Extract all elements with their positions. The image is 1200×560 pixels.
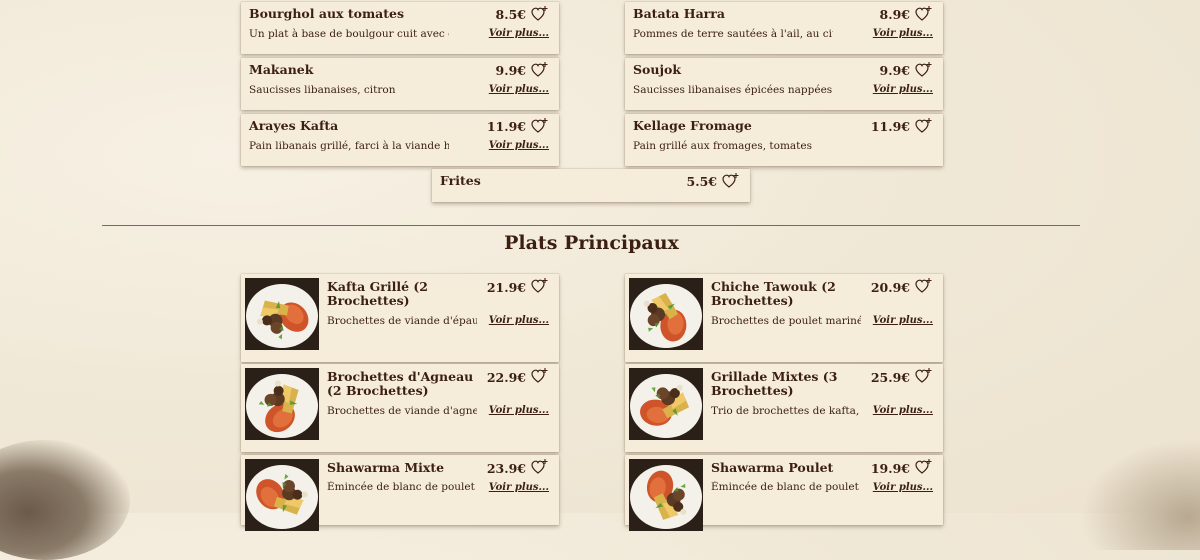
item-name: Shawarma Poulet	[711, 460, 834, 475]
section-divider	[102, 225, 1080, 226]
item-description: Émincée de blanc de poulet et ...	[327, 481, 477, 493]
item-description: Un plat à base de boulgour cuit avec des…	[249, 28, 449, 40]
dish-photo	[629, 368, 703, 440]
item-name: Soujok	[633, 62, 681, 77]
heart-plus-icon[interactable]	[531, 367, 549, 385]
heart-plus-icon[interactable]	[915, 61, 933, 79]
item-description: Brochettes de viande d'épaule ...	[327, 315, 477, 327]
see-more-link[interactable]: Voir plus...	[873, 405, 933, 416]
item-description: Saucisses libanaises, citron	[249, 84, 396, 96]
menu-item-card[interactable]: Grillade Mixtes (3 Brochettes) 25.9€ Trio …	[625, 364, 943, 452]
menu-item-card[interactable]: Chiche Tawouk (2 Brochettes) 20.9€ Brochet…	[625, 274, 943, 362]
item-name: Kafta Grillé (2 Brochettes)	[327, 279, 428, 308]
item-description: Brochettes de poulet mariné a...	[711, 315, 861, 327]
heart-plus-icon[interactable]	[531, 117, 549, 135]
heart-plus-icon[interactable]	[915, 277, 933, 295]
item-description: Émincée de blanc de poulet m...	[711, 481, 861, 493]
menu-item-card[interactable]: Kellage Fromage 11.9€ Pain grillé aux from…	[625, 114, 943, 166]
item-name: Chiche Tawouk (2 Brochettes)	[711, 279, 836, 308]
see-more-link[interactable]: Voir plus...	[489, 315, 549, 326]
heart-plus-icon[interactable]	[531, 277, 549, 295]
item-price: 11.9€	[870, 119, 910, 134]
dish-photo	[245, 368, 319, 440]
heart-plus-icon[interactable]	[915, 5, 933, 23]
item-name: Frites	[440, 173, 481, 188]
menu-item-card[interactable]: Frites 5.5€	[432, 169, 750, 202]
section-title: Plats Principaux	[504, 232, 679, 254]
menu-item-card[interactable]: Batata Harra 8.9€ Pommes de terre sautées …	[625, 2, 943, 54]
item-price: 8.5€	[495, 7, 526, 22]
menu-item-card[interactable]: Bourghol aux tomates 8.5€ Un plat à base d…	[241, 2, 559, 54]
item-description: Pommes de terre sautées à l'ail, au citr…	[633, 28, 833, 40]
item-price: 9.9€	[495, 63, 526, 78]
item-price: 5.5€	[686, 174, 717, 189]
item-name: Arayes Kafta	[249, 118, 339, 133]
menu-item-card[interactable]: Shawarma Mixte 23.9€ Émincée de blanc de p…	[241, 455, 559, 531]
background-decoration	[0, 440, 130, 560]
heart-plus-icon[interactable]	[722, 172, 740, 190]
heart-plus-icon[interactable]	[531, 5, 549, 23]
item-price: 20.9€	[870, 280, 910, 295]
item-price: 21.9€	[486, 280, 526, 295]
menu-item-card[interactable]: Soujok 9.9€ Saucisses libanaises épicées n…	[625, 58, 943, 110]
item-description: Pain grillé aux fromages, tomates	[633, 140, 812, 152]
menu-item-card[interactable]: Arayes Kafta 11.9€ Pain libanais grillé, f…	[241, 114, 559, 166]
menu-item-card[interactable]: Kafta Grillé (2 Brochettes) 21.9€ Brochett…	[241, 274, 559, 362]
item-description: Pain libanais grillé, farci à la viande …	[249, 140, 449, 152]
heart-plus-icon[interactable]	[915, 458, 933, 476]
see-more-link[interactable]: Voir plus...	[489, 84, 549, 95]
dish-photo	[245, 278, 319, 350]
menu-item-card[interactable]: Shawarma Poulet 19.9€ Émincée de blanc de …	[625, 455, 943, 531]
see-more-link[interactable]: Voir plus...	[873, 482, 933, 493]
menu-item-card[interactable]: Brochettes d'Agneau (2 Brochettes) 22.9€ B…	[241, 364, 559, 452]
see-more-link[interactable]: Voir plus...	[489, 28, 549, 39]
heart-plus-icon[interactable]	[531, 458, 549, 476]
see-more-link[interactable]: Voir plus...	[489, 482, 549, 493]
item-price: 23.9€	[486, 461, 526, 476]
item-price: 9.9€	[879, 63, 910, 78]
item-name: Grillade Mixtes (3 Brochettes)	[711, 369, 838, 398]
see-more-link[interactable]: Voir plus...	[873, 28, 933, 39]
item-description: Saucisses libanaises épicées nappées de …	[633, 84, 833, 96]
item-price: 25.9€	[870, 370, 910, 385]
item-price: 19.9€	[870, 461, 910, 476]
item-name: Batata Harra	[633, 6, 725, 21]
menu-item-card[interactable]: Makanek 9.9€ Saucisses libanaises, citron V…	[241, 58, 559, 110]
item-description: Brochettes de viande d'agneau...	[327, 405, 477, 417]
item-price: 11.9€	[486, 119, 526, 134]
dish-photo	[629, 459, 703, 531]
item-name: Brochettes d'Agneau (2 Brochettes)	[327, 369, 474, 398]
item-name: Shawarma Mixte	[327, 460, 445, 475]
heart-plus-icon[interactable]	[915, 117, 933, 135]
see-more-link[interactable]: Voir plus...	[873, 84, 933, 95]
item-name: Kellage Fromage	[633, 118, 752, 133]
item-price: 22.9€	[486, 370, 526, 385]
see-more-link[interactable]: Voir plus...	[489, 405, 549, 416]
item-description: Trio de brochettes de kafta, chi...	[711, 405, 861, 417]
dish-photo	[629, 278, 703, 350]
item-name: Makanek	[249, 62, 314, 77]
see-more-link[interactable]: Voir plus...	[489, 140, 549, 151]
heart-plus-icon[interactable]	[915, 367, 933, 385]
item-name: Bourghol aux tomates	[249, 6, 405, 21]
dish-photo	[245, 459, 319, 531]
heart-plus-icon[interactable]	[531, 61, 549, 79]
background-decoration	[1080, 440, 1200, 550]
item-price: 8.9€	[879, 7, 910, 22]
see-more-link[interactable]: Voir plus...	[873, 315, 933, 326]
